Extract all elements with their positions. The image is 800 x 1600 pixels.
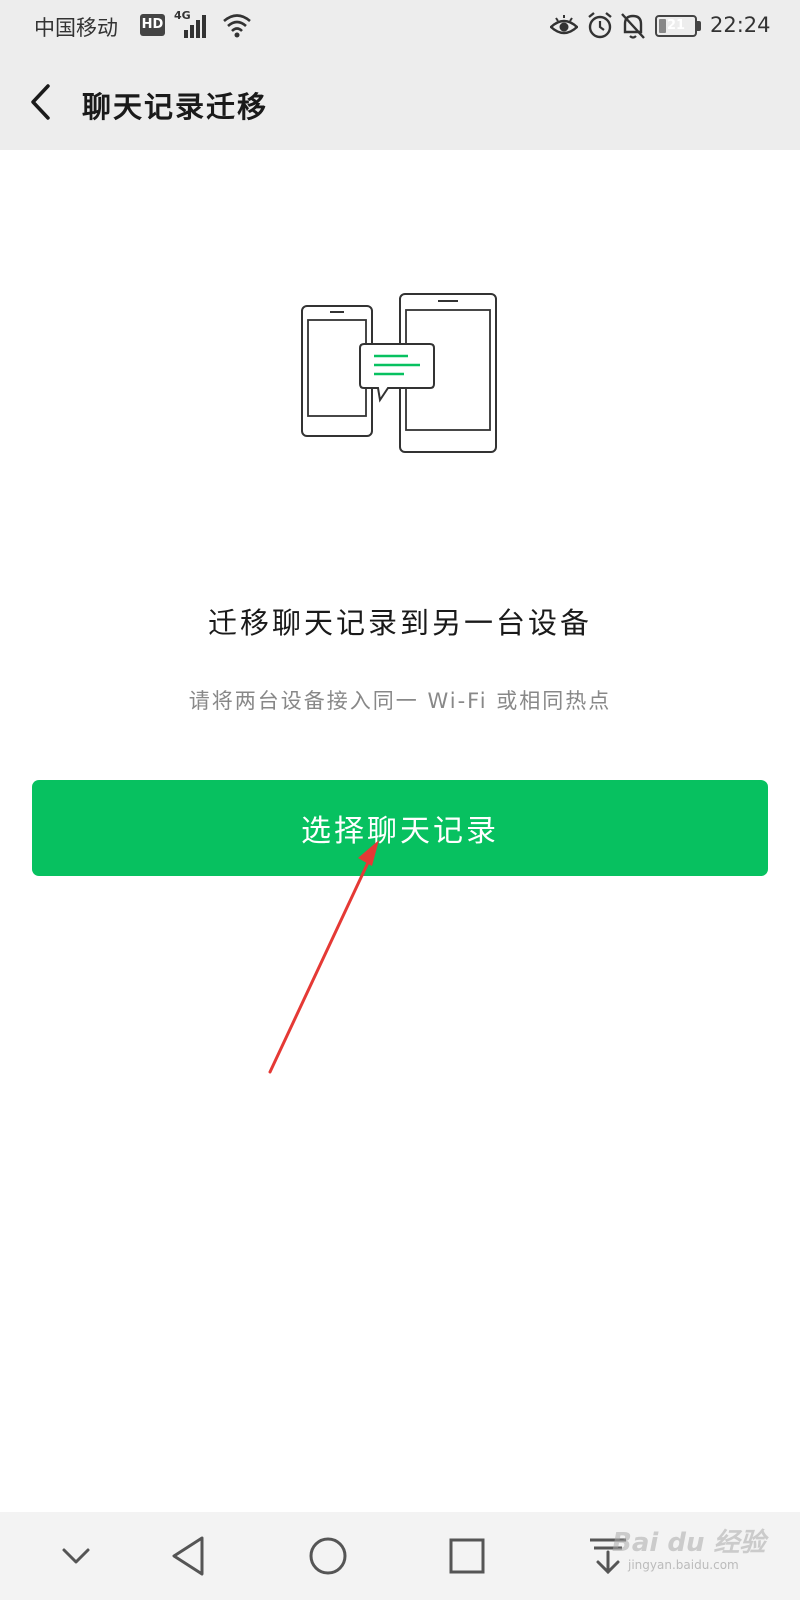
home-circle-icon	[309, 1537, 347, 1575]
header: 聊天记录迁移	[0, 54, 800, 150]
nav-home-button[interactable]	[304, 1532, 352, 1580]
carrier-label: 中国移动	[34, 16, 118, 40]
watermark: Bai du 经验	[612, 1528, 766, 1558]
nav-back-button[interactable]	[166, 1532, 214, 1580]
battery-icon: 21	[655, 15, 697, 37]
alarm-icon	[588, 12, 612, 39]
chevron-down-icon	[62, 1548, 90, 1564]
select-chat-history-button[interactable]: 选择聊天记录	[32, 780, 768, 876]
signal-icon	[184, 15, 206, 38]
nav-recents-button[interactable]	[443, 1532, 491, 1580]
subtext: 请将两台设备接入同一 Wi-Fi 或相同热点	[188, 689, 612, 713]
battery-cap	[697, 21, 701, 31]
battery-level: 21	[666, 18, 686, 33]
wifi-icon	[223, 14, 251, 38]
back-triangle-icon	[172, 1536, 204, 1576]
nav-collapse-button[interactable]	[52, 1532, 100, 1580]
status-bar: 中国移动 HD 4G 21 22:24	[0, 0, 800, 54]
hd-badge: HD	[140, 14, 165, 36]
headline: 迁移聊天记录到另一台设备	[207, 606, 592, 640]
back-button[interactable]	[20, 78, 68, 126]
annotation-arrow-icon	[268, 840, 379, 1074]
phone-transfer-illustration	[301, 293, 497, 453]
recents-square-icon	[449, 1538, 485, 1574]
status-time: 22:24	[710, 13, 771, 37]
bell-muted-icon	[621, 13, 645, 39]
watermark-sub: jingyan.baidu.com	[628, 1558, 739, 1572]
chevron-left-icon	[31, 84, 50, 120]
eye-icon	[550, 15, 578, 35]
page-title: 聊天记录迁移	[82, 90, 269, 124]
